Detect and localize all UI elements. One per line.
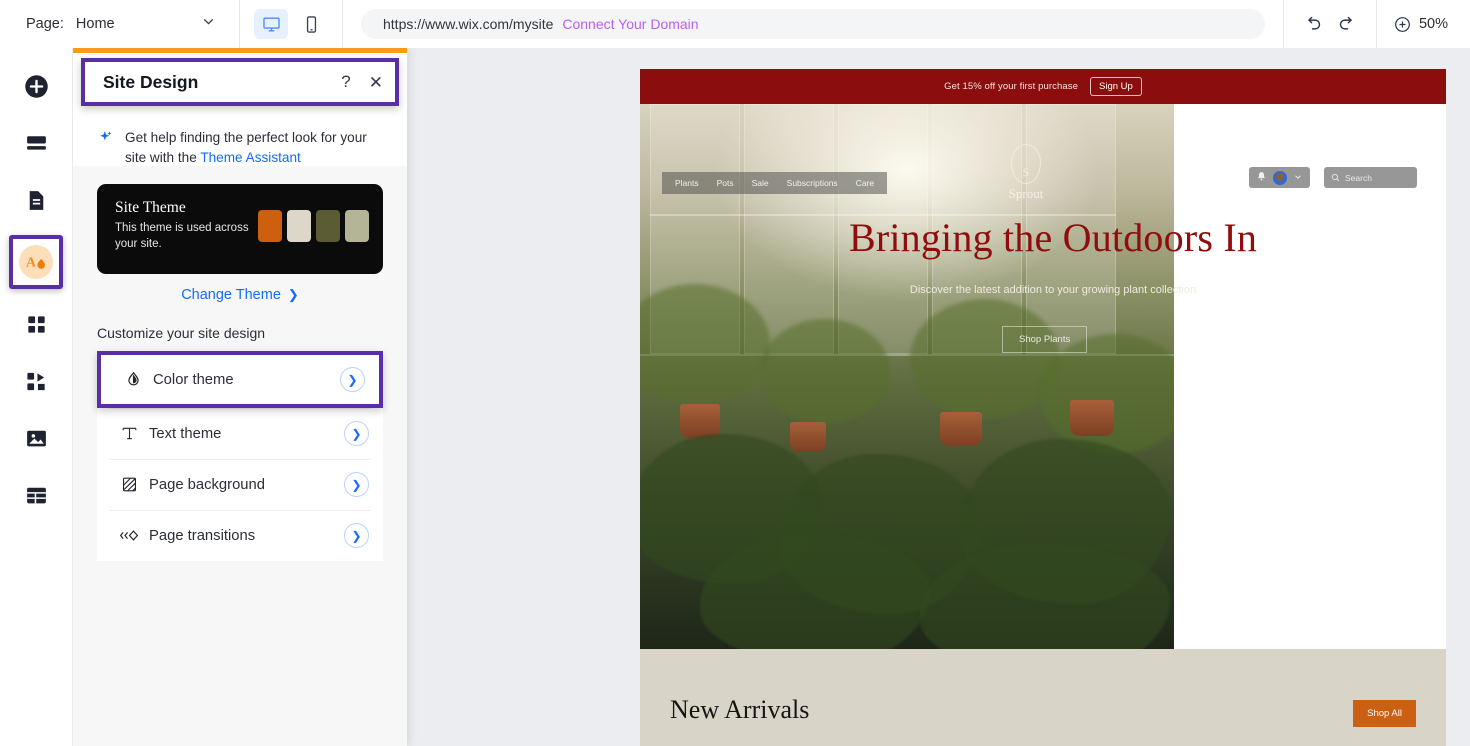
history-controls: [1282, 0, 1376, 48]
theme-swatch-2: [287, 210, 311, 242]
question-mark-icon[interactable]: ?: [341, 72, 350, 92]
theme-assistant-link[interactable]: Theme Assistant: [200, 150, 301, 165]
close-x-icon[interactable]: ✕: [369, 74, 383, 91]
hero-title: Bringing the Outdoors In: [848, 215, 1258, 260]
nav-item-subscriptions[interactable]: Subscriptions: [778, 178, 847, 188]
panel-content: Site Theme This theme is used across you…: [73, 166, 407, 746]
menu-item-label: Page transitions: [149, 527, 256, 544]
sparkle-icon: [97, 129, 114, 167]
sidebar-item-media[interactable]: [14, 416, 58, 460]
zoom-in-circle-icon: [1393, 15, 1412, 34]
wix-editor-window: Page: Home https://www.wix.com/mysite Co: [0, 0, 1470, 746]
new-arrivals-section: New Arrivals Shop All: [640, 649, 1446, 746]
mobile-view-button[interactable]: [294, 9, 328, 39]
nav-item-sale[interactable]: Sale: [743, 178, 778, 188]
promo-banner: Get 15% off your first purchase Sign Up: [640, 69, 1446, 104]
customize-section-label: Customize your site design: [97, 325, 266, 341]
nav-item-pots[interactable]: Pots: [708, 178, 743, 188]
menu-item-page-transitions[interactable]: Page transitions ❯: [97, 510, 383, 561]
chevron-down-icon[interactable]: [1293, 169, 1303, 187]
top-toolbar: Page: Home https://www.wix.com/mysite Co: [0, 0, 1470, 48]
sidebar-item-site-design[interactable]: A: [9, 235, 63, 289]
panel-header: Site Design ? ✕: [81, 58, 399, 106]
hero-subtitle: Discover the latest addition to your gro…: [909, 284, 1197, 296]
droplet-icon: [113, 370, 153, 389]
editor-canvas: Get 15% off your first purchase Sign Up: [407, 48, 1470, 746]
sidebar-item-add-section[interactable]: [14, 121, 58, 165]
user-avatar-icon[interactable]: [1273, 170, 1287, 185]
page-title: Site Design: [103, 71, 199, 92]
site-url-bar: https://www.wix.com/mysite Connect Your …: [343, 0, 1283, 48]
device-switcher: [240, 0, 343, 48]
chevron-down-icon: [200, 13, 217, 35]
redo-arrow-icon[interactable]: [1337, 14, 1358, 35]
site-nav-menu: Plants Pots Sale Subscriptions Care: [662, 172, 888, 194]
text-t-icon: [109, 424, 149, 443]
url-pill[interactable]: https://www.wix.com/mysite Connect Your …: [361, 9, 1265, 39]
zoom-control[interactable]: 50%: [1375, 0, 1470, 48]
account-controls: [1249, 167, 1310, 188]
logo-name: Sprout: [1008, 186, 1044, 201]
sidebar-item-cms[interactable]: [14, 473, 58, 517]
left-sidebar: A: [0, 48, 73, 746]
desktop-view-button[interactable]: [254, 9, 288, 39]
chevron-right-circle-icon[interactable]: ❯: [344, 472, 369, 497]
new-arrivals-heading: New Arrivals: [670, 695, 810, 724]
hero-section: Plants Pots Sale Subscriptions Care S Sp…: [640, 104, 1446, 649]
undo-arrow-icon[interactable]: [1302, 14, 1323, 35]
menu-item-label: Page background: [149, 476, 265, 493]
page-selector[interactable]: Page: Home: [0, 0, 240, 48]
search-placeholder: Search: [1345, 172, 1372, 183]
chevron-right-circle-icon[interactable]: ❯: [344, 523, 369, 548]
logo-letter: S: [1022, 165, 1030, 179]
theme-swatch-1: [258, 210, 282, 242]
svg-text:A: A: [26, 254, 36, 269]
site-preview: Get 15% off your first purchase Sign Up: [640, 69, 1446, 746]
page-label: Page:: [26, 16, 64, 32]
site-theme-card: Site Theme This theme is used across you…: [97, 184, 383, 274]
background-hatch-icon: [109, 475, 149, 494]
sign-up-button[interactable]: Sign Up: [1090, 77, 1142, 96]
notification-bell-icon[interactable]: [1256, 169, 1267, 187]
logo-leaf-mark-icon: S: [1011, 144, 1041, 184]
connect-domain-link[interactable]: Connect Your Domain: [562, 16, 698, 32]
site-url-text: https://www.wix.com/mysite: [383, 16, 554, 32]
theme-swatch-4: [345, 210, 369, 242]
chevron-right-circle-icon[interactable]: ❯: [344, 421, 369, 446]
theme-swatch-3: [316, 210, 340, 242]
zoom-level-value: 50%: [1418, 16, 1448, 32]
shop-plants-button[interactable]: Shop Plants: [1002, 326, 1088, 353]
site-design-panel: Site Design ? ✕ Get help finding the per…: [73, 48, 407, 746]
menu-item-color-theme[interactable]: Color theme ❯: [97, 351, 383, 408]
panel-accent-bar: [73, 48, 407, 53]
assistant-text: Get help finding the perfect look for yo…: [125, 128, 377, 167]
site-theme-subtitle: This theme is used across your site.: [115, 222, 249, 250]
theme-swatches: [258, 210, 369, 242]
nav-item-plants[interactable]: Plants: [666, 178, 708, 188]
sidebar-item-pages[interactable]: [14, 178, 58, 222]
chevron-right-icon: ❯: [287, 287, 299, 302]
page-current-value: Home: [75, 16, 115, 32]
site-search-box[interactable]: Search: [1324, 167, 1417, 188]
change-theme-button[interactable]: Change Theme ❯: [97, 287, 383, 303]
menu-item-label: Text theme: [149, 425, 222, 442]
nav-item-care[interactable]: Care: [847, 178, 883, 188]
menu-item-text-theme[interactable]: Text theme ❯: [97, 408, 383, 459]
transitions-icon: [109, 526, 149, 545]
menu-item-page-background[interactable]: Page background ❯: [97, 459, 383, 510]
menu-item-label: Color theme: [153, 371, 234, 388]
site-logo[interactable]: S Sprout: [998, 144, 1054, 202]
chevron-right-circle-icon[interactable]: ❯: [340, 367, 365, 392]
change-theme-label: Change Theme: [181, 287, 281, 303]
site-design-droplet-icon: A: [19, 245, 53, 279]
promo-text: Get 15% off your first purchase: [944, 81, 1079, 92]
search-icon: [1331, 169, 1340, 187]
sidebar-item-dev-mode[interactable]: [14, 359, 58, 403]
shop-all-button[interactable]: Shop All: [1353, 700, 1416, 727]
design-options-menu: Color theme ❯ Text theme ❯ Page backgrou…: [97, 351, 383, 561]
sidebar-item-add-elements[interactable]: [14, 64, 58, 108]
sidebar-item-app-market[interactable]: [14, 302, 58, 346]
